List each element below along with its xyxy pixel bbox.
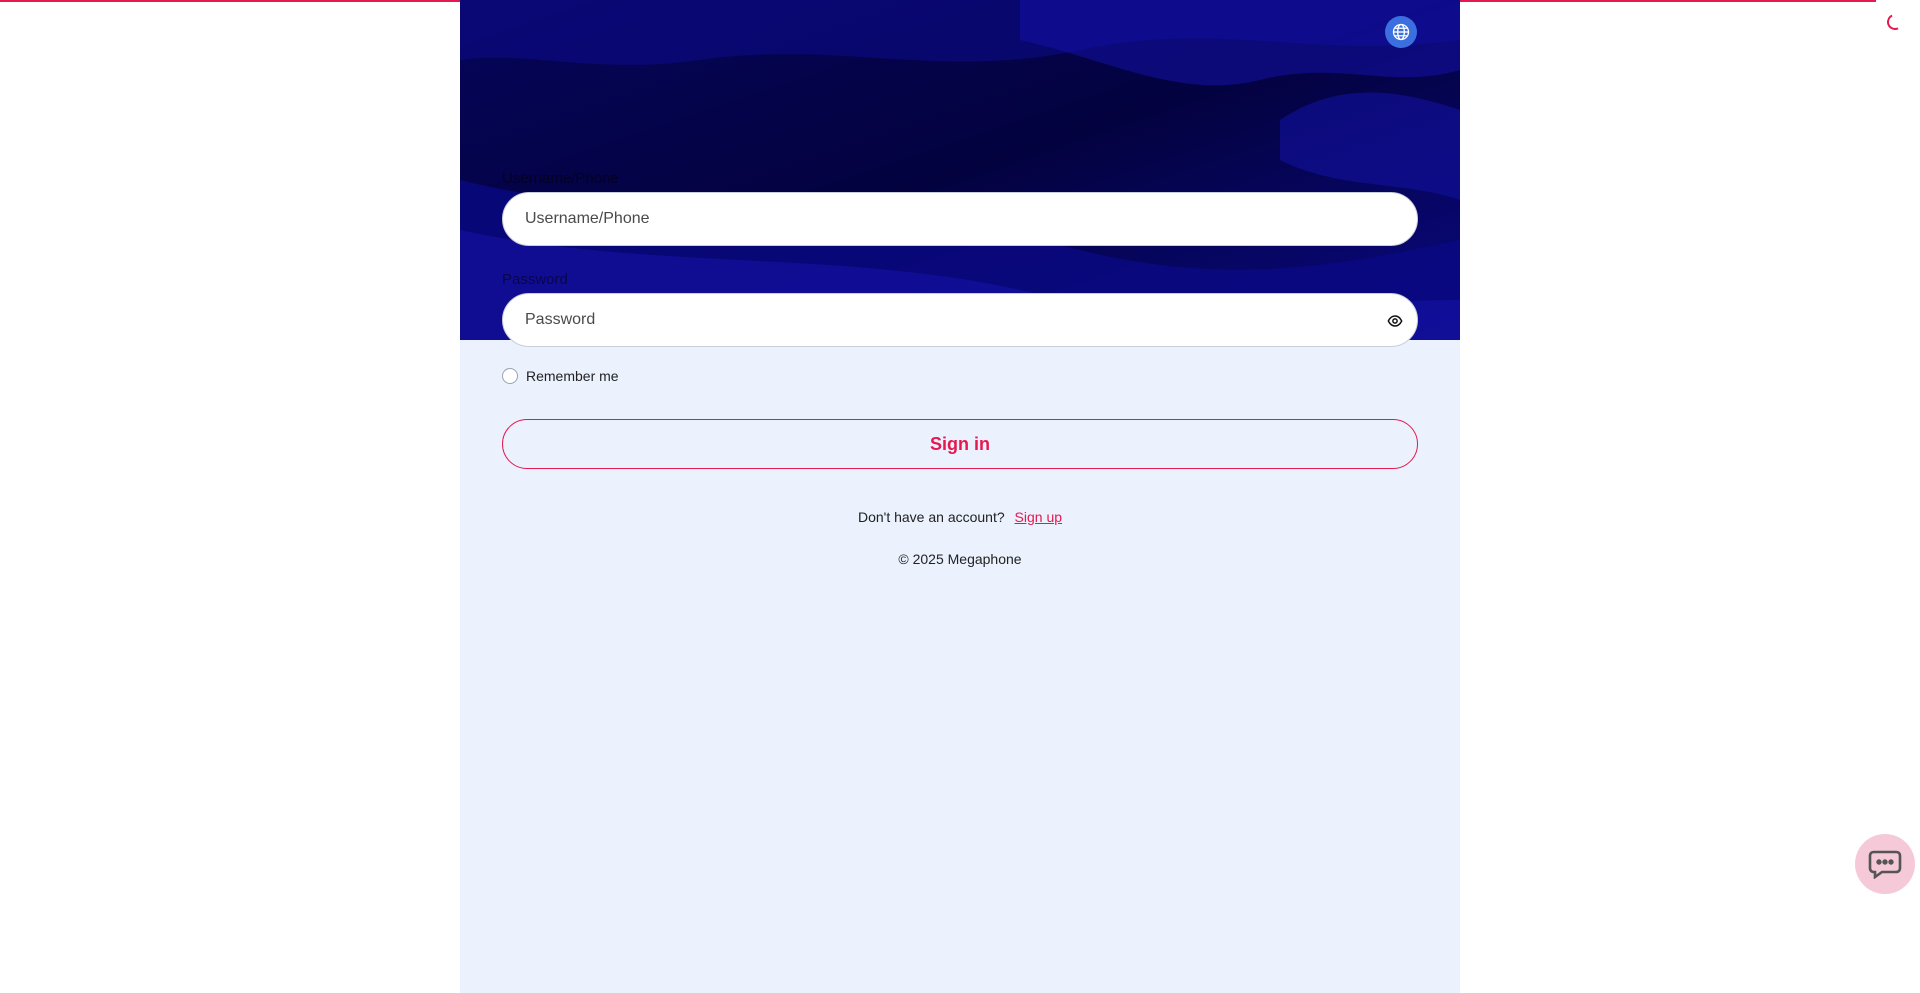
password-label: Password bbox=[502, 271, 568, 288]
signup-row: Don't have an account? Sign up bbox=[502, 509, 1418, 525]
remember-me-label: Remember me bbox=[526, 368, 619, 384]
password-field-wrapper bbox=[502, 293, 1418, 347]
username-field-wrapper bbox=[502, 192, 1418, 246]
username-label: Username/Phone bbox=[502, 170, 619, 187]
password-input[interactable] bbox=[503, 294, 1417, 346]
language-button[interactable] bbox=[1385, 16, 1417, 48]
username-input[interactable] bbox=[503, 193, 1417, 245]
password-group: Password bbox=[502, 269, 1418, 347]
login-form: Username/Phone Password Remember me Sign… bbox=[502, 168, 1418, 567]
remember-me-radio[interactable] bbox=[502, 368, 518, 384]
login-panel: Username/Phone Password Remember me Sign… bbox=[460, 0, 1460, 993]
signup-prompt: Don't have an account? bbox=[857, 509, 1005, 525]
username-group: Username/Phone bbox=[502, 168, 1418, 246]
sign-up-link[interactable]: Sign up bbox=[1015, 509, 1062, 525]
spinner-icon bbox=[1884, 11, 1906, 33]
chat-button[interactable] bbox=[1855, 834, 1915, 894]
eye-icon[interactable] bbox=[1387, 313, 1403, 329]
remember-me-checkbox[interactable]: Remember me bbox=[502, 366, 1418, 386]
chat-bubble-icon bbox=[1868, 850, 1902, 879]
copyright-text: © 2025 Megaphone bbox=[898, 551, 1022, 567]
globe-icon bbox=[1392, 23, 1410, 41]
sign-in-button[interactable]: Sign in bbox=[502, 419, 1418, 469]
